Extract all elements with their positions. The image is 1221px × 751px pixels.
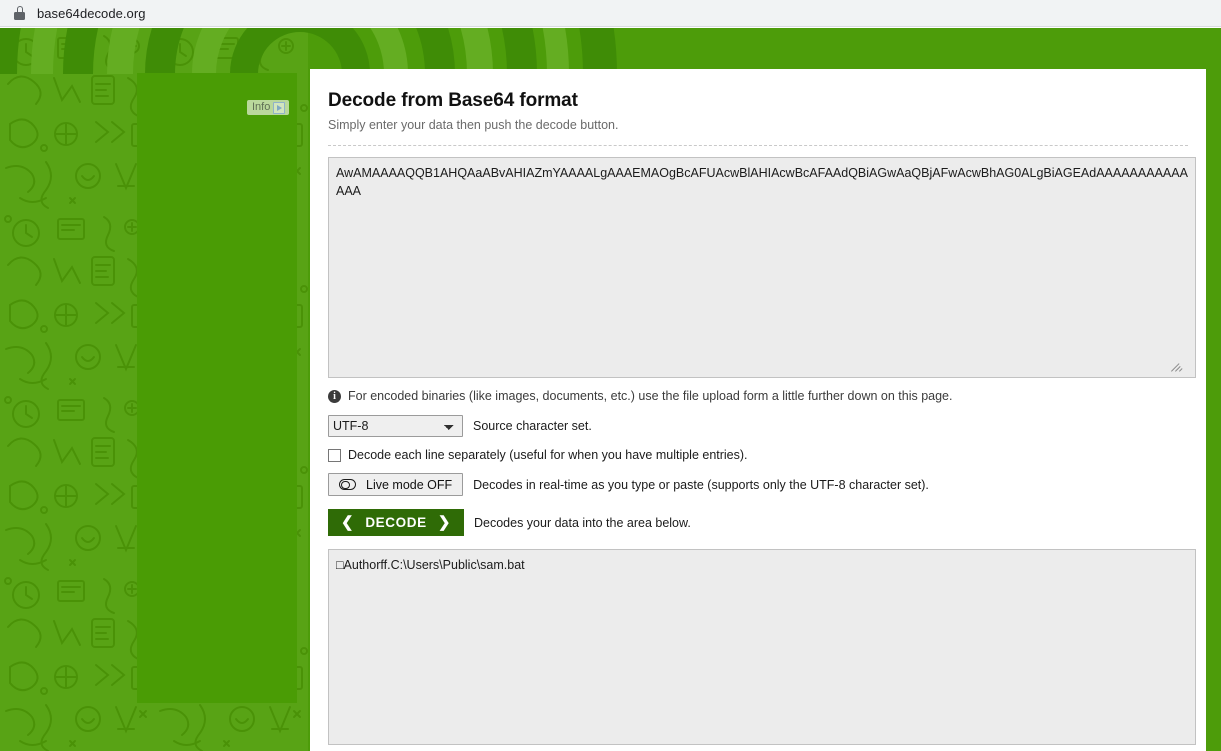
decode-each-line-label[interactable]: Decode each line separately (useful for … — [348, 448, 748, 462]
lock-icon — [14, 6, 25, 20]
play-triangle-icon[interactable] — [273, 101, 286, 114]
source-charset-select[interactable]: UTF-8 ASCIIISO-8859-1Windows-1252UTF-16U… — [328, 415, 463, 437]
address-bar[interactable]: base64decode.org — [6, 1, 156, 25]
charset-row: UTF-8 ASCIIISO-8859-1Windows-1252UTF-16U… — [328, 415, 1188, 437]
live-mode-row: Live mode OFF Decodes in real-time as yo… — [328, 473, 1188, 496]
chevron-right-icon: ❯ — [437, 514, 451, 531]
live-mode-button-label: Live mode OFF — [366, 477, 453, 492]
chevron-left-icon: ❮ — [341, 514, 355, 531]
decode-row: ❮ DECODE ❯ Decodes your data into the ar… — [328, 509, 1188, 536]
decode-each-line-checkbox[interactable] — [328, 448, 341, 462]
decoded-output-textarea[interactable] — [328, 549, 1196, 745]
binary-upload-note: i For encoded binaries (like images, doc… — [328, 389, 1188, 403]
decode-description: Decodes your data into the area below. — [474, 515, 691, 530]
section-divider — [328, 145, 1188, 146]
decode-button-label: DECODE — [365, 515, 427, 530]
decode-button[interactable]: ❮ DECODE ❯ — [328, 509, 464, 536]
page-subtitle: Simply enter your data then push the dec… — [328, 118, 619, 132]
browser-toolbar: base64decode.org — [0, 0, 1221, 27]
page-viewport: Info Decode from Base64 format Simply en… — [0, 28, 1221, 751]
input-area-wrapper — [328, 157, 1196, 378]
main-content-card: Decode from Base64 format Simply enter y… — [310, 69, 1206, 751]
decode-lines-row: Decode each line separately (useful for … — [328, 448, 1188, 462]
output-area-wrapper — [328, 549, 1196, 745]
base64-input-textarea[interactable] — [328, 157, 1196, 378]
live-mode-description: Decodes in real-time as you type or past… — [473, 477, 929, 492]
binary-upload-note-text: For encoded binaries (like images, docum… — [348, 389, 953, 403]
page-title: Decode from Base64 format — [328, 90, 578, 111]
ad-placeholder[interactable] — [137, 73, 297, 703]
info-circle-icon: i — [328, 389, 341, 403]
info-tag-label: Info — [252, 101, 271, 113]
live-mode-toggle-button[interactable]: Live mode OFF — [328, 473, 464, 496]
charset-label: Source character set. — [473, 419, 592, 433]
url-text: base64decode.org — [37, 5, 146, 21]
toggle-off-icon — [339, 479, 356, 490]
info-overlay-tag[interactable]: Info — [247, 100, 290, 115]
